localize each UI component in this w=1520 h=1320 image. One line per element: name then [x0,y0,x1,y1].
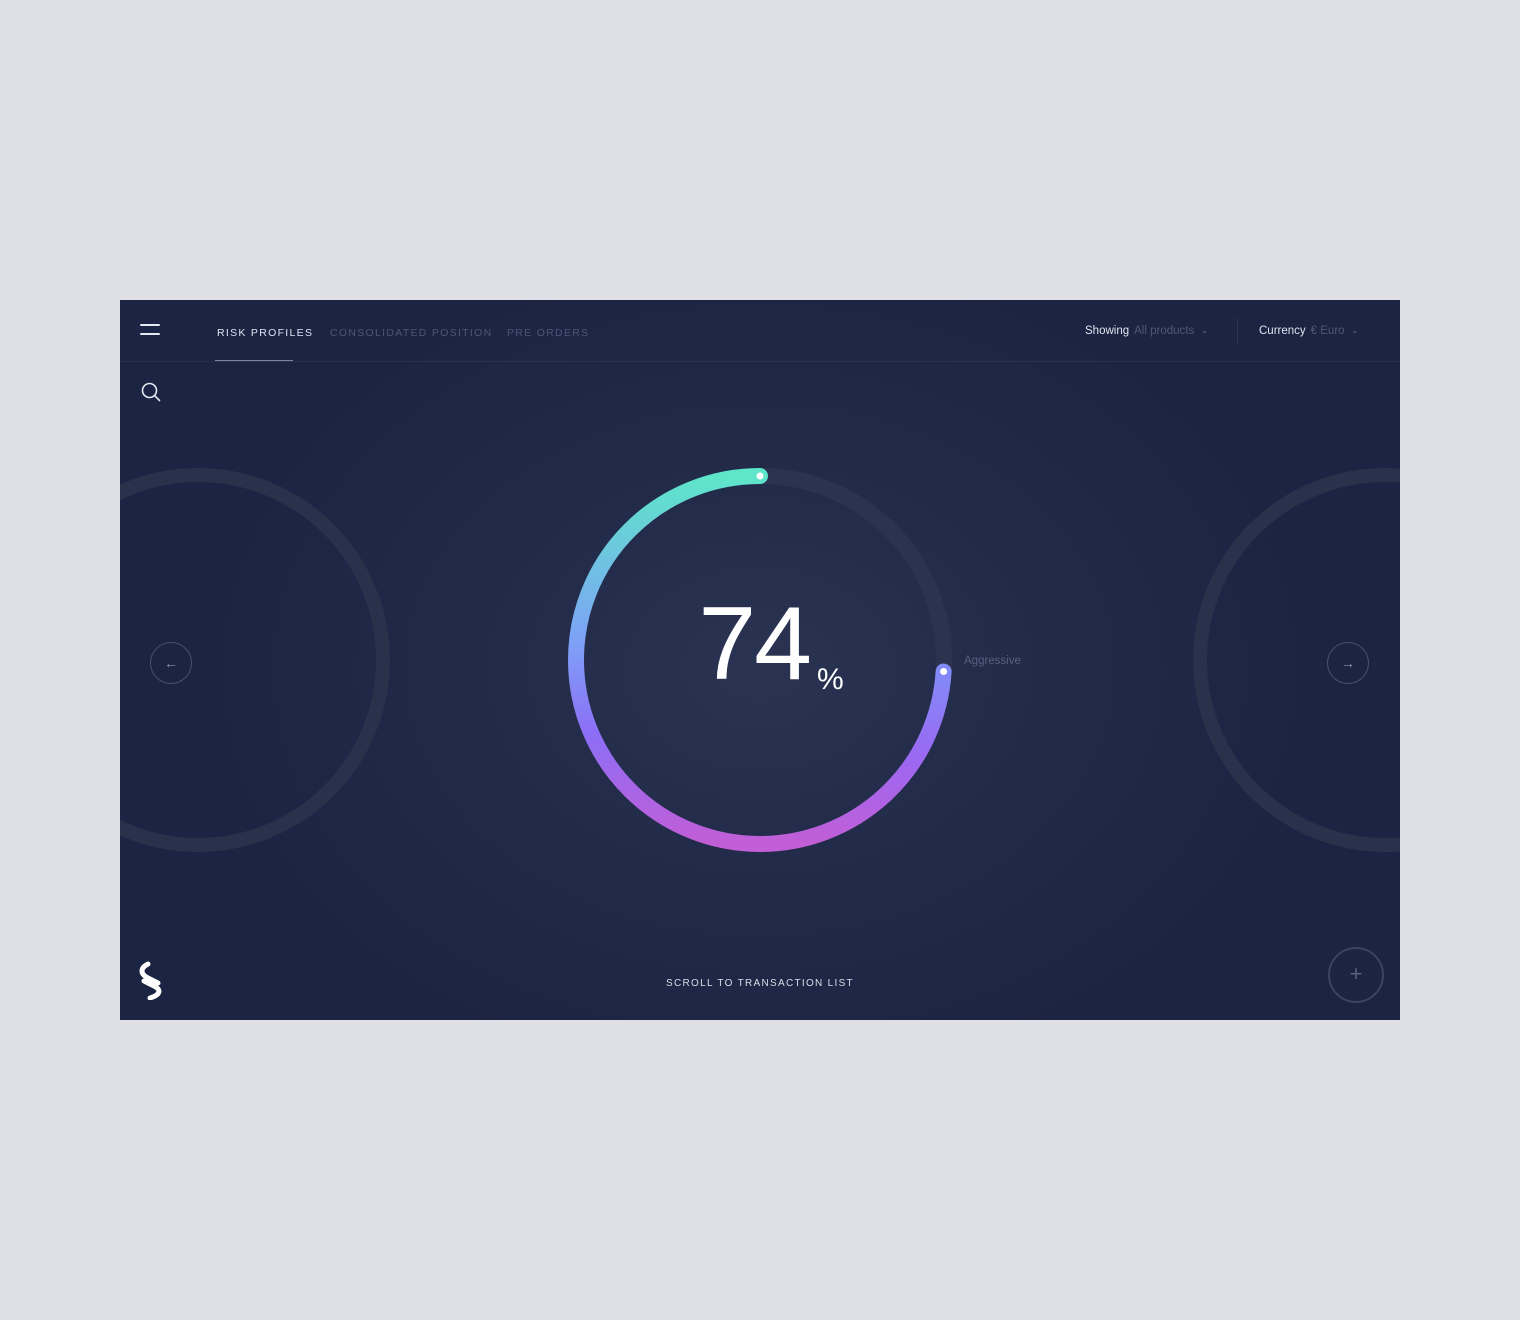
currency-dropdown[interactable]: Currency € Euro ⌄ [1259,325,1358,337]
chevron-down-icon: ⌄ [1351,326,1359,335]
showing-label: Showing [1085,325,1130,337]
active-tab-indicator [215,360,293,361]
showing-value: All products [1134,325,1195,337]
showing-filter-dropdown[interactable]: Showing All products ⌄ [1085,325,1208,337]
next-profile-button[interactable]: → [1327,642,1369,684]
top-navigation-bar: RISK PROFILES CONSOLIDATED POSITION PRE … [120,300,1400,362]
currency-label: Currency [1259,325,1306,337]
arrow-left-icon: ← [164,655,178,671]
plus-icon: + [1349,961,1363,986]
filter-divider [1237,318,1238,344]
currency-value: € Euro [1310,325,1345,337]
gauge-end-dot [940,668,948,676]
brand-logo [139,961,162,1000]
app-window: RISK PROFILES CONSOLIDATED POSITION PRE … [120,300,1400,1020]
gauge-unit: % [817,663,844,696]
search-icon[interactable] [140,381,162,403]
gauge-value: 74 [698,586,812,702]
arrow-right-icon: → [1341,655,1355,671]
gauge-marker-label: Aggressive [964,655,1021,667]
tab-risk-profiles[interactable]: RISK PROFILES [217,327,313,339]
gauge-start-dot [756,472,764,480]
add-button[interactable]: + [1328,947,1384,1003]
scroll-to-transaction-list-link[interactable]: SCROLL TO TRANSACTION LIST [600,978,920,989]
prev-profile-button[interactable]: ← [150,642,192,684]
menu-icon[interactable] [140,324,162,336]
next-profile-ring [1193,468,1400,852]
chevron-down-icon: ⌄ [1201,326,1208,335]
tab-consolidated-position[interactable]: CONSOLIDATED POSITION [330,327,492,339]
tab-pre-orders[interactable]: PRE ORDERS [507,327,589,339]
